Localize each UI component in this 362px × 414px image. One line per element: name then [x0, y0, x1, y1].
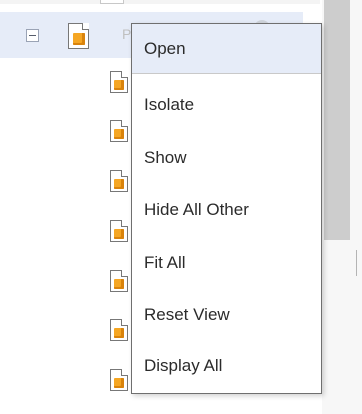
collapse-toggle-icon[interactable] [26, 29, 39, 42]
child-part-icon[interactable] [110, 120, 128, 142]
part-document-icon [68, 23, 89, 49]
child-part-icon[interactable] [110, 170, 128, 192]
menu-item-fit-all[interactable]: Fit All [132, 238, 321, 288]
child-part-icon[interactable] [110, 369, 128, 391]
panel-divider [356, 250, 357, 276]
tree-row-label: P [122, 26, 132, 42]
menu-item-open[interactable]: Open [132, 24, 321, 74]
context-menu: Open Isolate Show Hide All Other Fit All… [131, 23, 322, 394]
menu-item-show[interactable]: Show [132, 133, 321, 183]
child-part-icon[interactable] [110, 71, 128, 93]
cube-icon [73, 33, 85, 45]
menu-item-display-all[interactable]: Display All [132, 341, 321, 391]
menu-item-hide-all-other[interactable]: Hide All Other [132, 185, 321, 235]
menu-item-isolate[interactable]: Isolate [132, 80, 321, 130]
child-part-icon[interactable] [110, 270, 128, 292]
scrollbar-thumb[interactable] [324, 0, 350, 240]
child-part-icon[interactable] [110, 319, 128, 341]
previous-row-toggle[interactable] [100, 0, 124, 4]
child-part-icon[interactable] [110, 220, 128, 242]
menu-item-reset-view[interactable]: Reset View [132, 290, 321, 340]
previous-tree-row [0, 0, 320, 4]
